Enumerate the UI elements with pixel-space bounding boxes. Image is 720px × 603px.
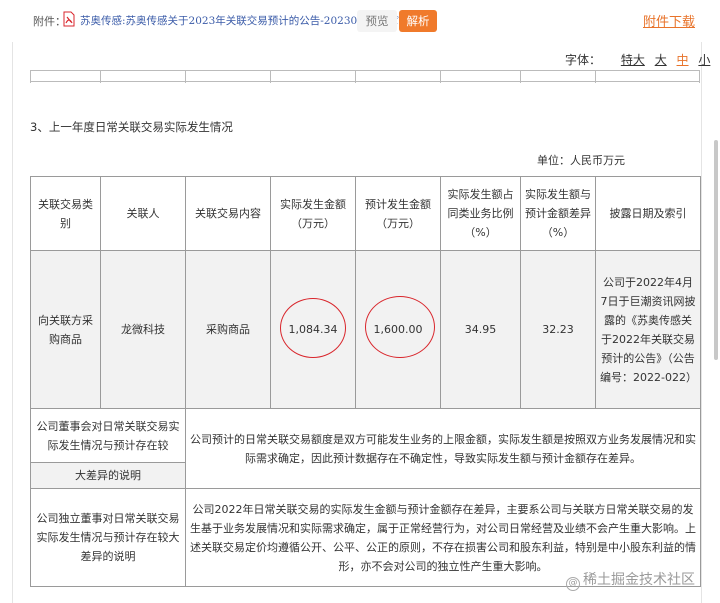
cell-divider <box>699 71 700 83</box>
font-option-medium[interactable]: 中 <box>677 53 689 67</box>
cell-divider <box>440 71 441 83</box>
parse-button[interactable]: 解析 <box>399 10 437 32</box>
board-explanation-label-continued: 大差异的说明 <box>30 462 186 489</box>
cell-difference: 32.23 <box>520 250 596 409</box>
juejin-logo-icon: @ <box>566 577 580 591</box>
watermark: @ 稀土掘金技术社区 <box>566 569 695 591</box>
board-explanation-label: 公司董事会对日常关联交易实际发生情况与预计存在较 <box>30 408 186 463</box>
board-explanation-row: 公司董事会对日常关联交易实际发生情况与预计存在较 公司预计的日常关联交易额度是双… <box>30 408 701 489</box>
cell-party: 龙微科技 <box>100 250 186 409</box>
cell-ratio: 34.95 <box>440 250 521 409</box>
cell-disclosure: 公司于2022年4月7日于巨潮资讯网披露的《苏奥传感关于2022年关联交易预计的… <box>595 250 701 409</box>
highlight-circle-forecast <box>365 296 435 358</box>
font-size-label: 字体： <box>565 53 602 67</box>
cell-content: 采购商品 <box>185 250 271 409</box>
font-option-small[interactable]: 小 <box>698 53 710 67</box>
previous-table-fragment <box>30 70 700 83</box>
cell-divider <box>100 71 101 83</box>
cell-divider <box>270 71 271 83</box>
header-difference: 实际发生额与预计金额差异（%） <box>520 176 596 251</box>
cell-divider <box>185 71 186 83</box>
unit-label: 单位：人民币万元 <box>537 154 625 167</box>
independent-director-label: 公司独立董事对日常关联交易实际发生情况与预计存在较大差异的说明 <box>30 488 186 587</box>
cell-divider <box>595 71 596 83</box>
header-category: 关联交易类别 <box>30 176 101 251</box>
watermark-text: 稀土掘金技术社区 <box>583 572 695 588</box>
section-title: 3、上一年度日常关联交易实际发生情况 <box>30 120 233 134</box>
scrollbar-thumb[interactable] <box>714 140 718 360</box>
highlight-circle-actual <box>280 298 346 358</box>
attachment-file-link[interactable]: 苏奥传感:苏奥传感关于2023年关联交易预计的公告-20230217.pdf <box>80 13 398 28</box>
font-option-xlarge[interactable]: 特大 <box>621 53 645 67</box>
cell-category: 向关联方采购商品 <box>30 250 101 409</box>
preview-button[interactable]: 预览 <box>357 10 397 32</box>
cell-divider <box>355 71 356 83</box>
table-header-row: 关联交易类别 关联人 关联交易内容 实际发生金额（万元） 预计发生金额（万元） … <box>30 176 701 251</box>
header-content: 关联交易内容 <box>185 176 271 251</box>
attachment-bar: 附件： 苏奥传感:苏奥传感关于2023年关联交易预计的公告-20230217.p… <box>0 0 720 42</box>
download-link[interactable]: 附件下载 <box>643 11 695 30</box>
header-forecast-amount: 预计发生金额（万元） <box>355 176 441 251</box>
cell-divider <box>30 71 31 83</box>
header-party: 关联人 <box>100 176 186 251</box>
cell-divider <box>520 71 521 83</box>
font-option-large[interactable]: 大 <box>655 53 667 67</box>
board-explanation-text: 公司预计的日常关联交易额度是双方可能发生业务的上限金额，实际发生额是按照双方业务… <box>185 408 701 489</box>
font-size-selector: 字体： 特大 大 中 小 <box>565 51 714 68</box>
header-ratio: 实际发生额占同类业务比例（%） <box>440 176 521 251</box>
header-disclosure: 披露日期及索引 <box>595 176 701 251</box>
header-actual-amount: 实际发生金额（万元） <box>270 176 356 251</box>
related-transaction-table: 关联交易类别 关联人 关联交易内容 实际发生金额（万元） 预计发生金额（万元） … <box>30 176 701 587</box>
pdf-icon <box>63 11 75 27</box>
